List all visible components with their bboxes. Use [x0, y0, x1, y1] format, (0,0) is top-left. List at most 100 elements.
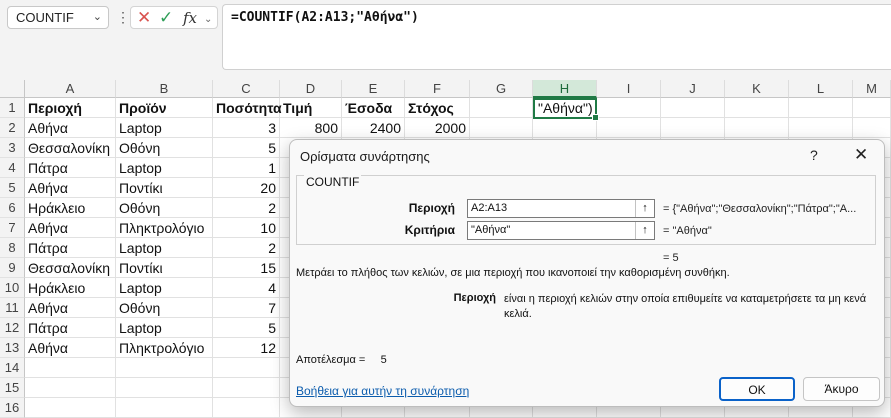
quantity-cell[interactable]: 15 [213, 258, 280, 278]
product-cell[interactable]: Οθόνη [116, 298, 213, 318]
select-all-corner[interactable] [0, 80, 25, 98]
column-header[interactable]: B [116, 80, 213, 98]
grid-cell[interactable] [789, 98, 853, 118]
row-header[interactable]: 10 [0, 278, 25, 298]
column-header[interactable]: L [789, 80, 853, 98]
row-header[interactable]: 11 [0, 298, 25, 318]
row-header[interactable]: 9 [0, 258, 25, 278]
product-cell[interactable]: Ποντίκι [116, 178, 213, 198]
fill-handle[interactable] [592, 114, 599, 121]
product-cell[interactable]: Laptop [116, 278, 213, 298]
grid-cell[interactable] [661, 118, 725, 138]
column-header[interactable]: F [405, 80, 470, 98]
grid-cell[interactable] [853, 118, 891, 138]
quantity-cell[interactable]: 4 [213, 278, 280, 298]
grid-cell[interactable] [116, 358, 213, 378]
quantity-cell[interactable]: 7 [213, 298, 280, 318]
close-icon[interactable]: ✕ [854, 145, 868, 165]
header-cell[interactable]: Προϊόν [116, 98, 213, 118]
quantity-cell[interactable]: 1 [213, 158, 280, 178]
grid-cell[interactable] [725, 98, 789, 118]
ok-button[interactable]: OK [719, 377, 795, 401]
enter-check-icon[interactable]: ✓ [159, 8, 173, 28]
grid-cell[interactable] [853, 98, 891, 118]
column-header[interactable]: G [470, 80, 533, 98]
value-cell[interactable]: 800 [280, 118, 342, 138]
region-cell[interactable]: Αθήνα [25, 298, 116, 318]
grid-cell[interactable] [25, 358, 116, 378]
quantity-cell[interactable]: 10 [213, 218, 280, 238]
help-icon[interactable]: ? [810, 147, 818, 163]
row-header[interactable]: 5 [0, 178, 25, 198]
collapse-dialog-icon[interactable]: ↑ [635, 222, 654, 239]
quantity-cell[interactable]: 5 [213, 318, 280, 338]
chevron-down-icon[interactable]: ⌄ [204, 10, 212, 30]
active-cell[interactable]: "Αθήνα") [533, 98, 599, 121]
grid-cell[interactable] [116, 398, 213, 418]
region-cell[interactable]: Ηράκλειο [25, 198, 116, 218]
product-cell[interactable]: Laptop [116, 158, 213, 178]
more-options-icon[interactable]: ⋮ [116, 8, 130, 26]
column-header[interactable]: A [25, 80, 116, 98]
product-cell[interactable]: Laptop [116, 238, 213, 258]
product-cell[interactable]: Πληκτρολόγιο [116, 218, 213, 238]
column-header[interactable]: J [661, 80, 725, 98]
row-header[interactable]: 14 [0, 358, 25, 378]
collapse-dialog-icon[interactable]: ↑ [635, 200, 654, 217]
product-cell[interactable]: Laptop [116, 118, 213, 138]
chevron-down-icon[interactable]: ⌄ [93, 7, 102, 28]
grid-cell[interactable] [213, 358, 280, 378]
row-header[interactable]: 3 [0, 138, 25, 158]
row-header[interactable]: 12 [0, 318, 25, 338]
grid-cell[interactable] [213, 398, 280, 418]
region-cell[interactable]: Αθήνα [25, 338, 116, 358]
grid-cell[interactable] [470, 98, 533, 118]
column-header[interactable]: E [342, 80, 405, 98]
grid-cell[interactable] [789, 118, 853, 138]
row-header[interactable]: 13 [0, 338, 25, 358]
column-header[interactable]: K [725, 80, 789, 98]
arg2-input[interactable]: "Αθήνα" ↑ [467, 221, 655, 240]
value-cell[interactable]: 2400 [342, 118, 405, 138]
formula-input[interactable]: =COUNTIF(A2:A13;"Αθήνα") [222, 4, 891, 70]
row-header[interactable]: 1 [0, 98, 25, 118]
value-cell[interactable]: 2000 [405, 118, 470, 138]
grid-cell[interactable] [661, 98, 725, 118]
region-cell[interactable]: Αθήνα [25, 218, 116, 238]
grid-cell[interactable] [25, 378, 116, 398]
row-header[interactable]: 7 [0, 218, 25, 238]
header-cell[interactable]: Περιοχή [25, 98, 116, 118]
column-header[interactable]: I [597, 80, 661, 98]
product-cell[interactable]: Οθόνη [116, 198, 213, 218]
region-cell[interactable]: Αθήνα [25, 178, 116, 198]
product-cell[interactable]: Ποντίκι [116, 258, 213, 278]
row-header[interactable]: 4 [0, 158, 25, 178]
region-cell[interactable]: Πάτρα [25, 238, 116, 258]
row-header[interactable]: 15 [0, 378, 25, 398]
quantity-cell[interactable]: 5 [213, 138, 280, 158]
quantity-cell[interactable]: 3 [213, 118, 280, 138]
product-cell[interactable]: Οθόνη [116, 138, 213, 158]
region-cell[interactable]: Αθήνα [25, 118, 116, 138]
row-header[interactable]: 6 [0, 198, 25, 218]
row-header[interactable]: 8 [0, 238, 25, 258]
help-link[interactable]: Βοήθεια για αυτήν τη συνάρτηση [296, 384, 469, 398]
region-cell[interactable]: Θεσσαλονίκη [25, 258, 116, 278]
header-cell[interactable]: Τιμή [280, 98, 342, 118]
product-cell[interactable]: Laptop [116, 318, 213, 338]
row-header[interactable]: 16 [0, 398, 25, 418]
region-cell[interactable]: Θεσσαλονίκη [25, 138, 116, 158]
region-cell[interactable]: Πάτρα [25, 318, 116, 338]
name-box[interactable]: COUNTIF ⌄ [7, 6, 109, 29]
insert-function-icon[interactable]: fx [183, 8, 197, 28]
grid-cell[interactable] [116, 378, 213, 398]
grid-cell[interactable] [213, 378, 280, 398]
header-cell[interactable]: Ποσότητα [213, 98, 282, 118]
grid-cell[interactable] [470, 118, 533, 138]
grid-cell[interactable] [533, 118, 597, 138]
quantity-cell[interactable]: 12 [213, 338, 280, 358]
arg1-input[interactable]: A2:A13 ↑ [467, 199, 655, 218]
grid-cell[interactable] [597, 118, 661, 138]
column-header[interactable]: D [280, 80, 342, 98]
cancel-icon[interactable]: ✕ [137, 8, 151, 28]
